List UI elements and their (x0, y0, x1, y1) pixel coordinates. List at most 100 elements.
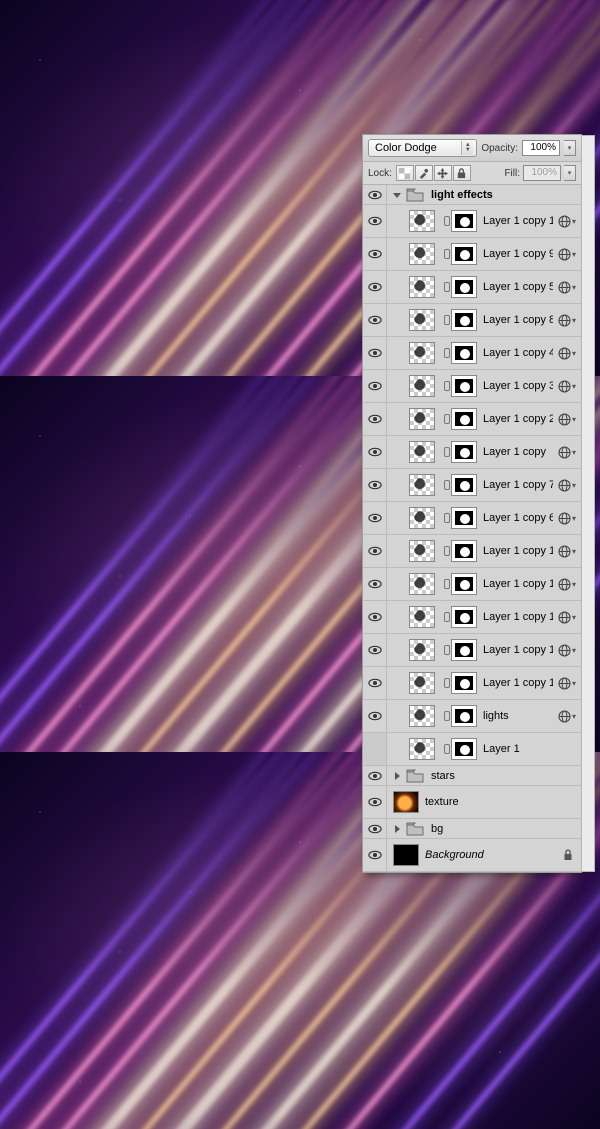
layer-mask-thumbnail[interactable] (451, 540, 477, 562)
visibility-toggle[interactable] (363, 700, 387, 732)
layer-name[interactable]: Layer 1 copy 11 (483, 677, 553, 689)
layer-name[interactable]: Layer 1 copy 2 (483, 413, 553, 425)
visibility-toggle[interactable] (363, 667, 387, 699)
layer-thumbnail[interactable] (393, 791, 419, 813)
layer-name[interactable]: Layer 1 copy 3 (483, 380, 553, 392)
visibility-toggle[interactable] (363, 304, 387, 336)
layer-thumbnail[interactable] (409, 375, 435, 397)
layer-fx[interactable]: ▾ (553, 205, 581, 237)
layer-row[interactable]: Layer 1 copy 11▾ (363, 667, 581, 700)
layer-fx[interactable]: ▾ (553, 271, 581, 303)
layer-mask-thumbnail[interactable] (451, 738, 477, 760)
layer-thumbnail[interactable] (409, 441, 435, 463)
layer-mask-thumbnail[interactable] (451, 441, 477, 463)
visibility-toggle[interactable] (363, 185, 387, 204)
layer-name[interactable]: Layer 1 (483, 743, 553, 755)
layer-row[interactable]: Layer 1 copy 14▾ (363, 568, 581, 601)
layer-row[interactable]: Layer 1 copy 6▾ (363, 502, 581, 535)
layer-mask-thumbnail[interactable] (451, 408, 477, 430)
layer-row[interactable]: Layer 1 (363, 733, 581, 766)
disclosure-toggle[interactable] (391, 770, 403, 782)
layer-mask-thumbnail[interactable] (451, 672, 477, 694)
lock-pixels-button[interactable] (415, 165, 433, 181)
layer-row[interactable]: Layer 1 copy 2▾ (363, 403, 581, 436)
layer-fx[interactable]: ▾ (553, 370, 581, 402)
disclosure-toggle[interactable] (391, 189, 403, 201)
layer-mask-thumbnail[interactable] (451, 507, 477, 529)
blend-mode-select[interactable]: Color Dodge ▲▼ (368, 139, 477, 157)
layer-name[interactable]: lights (483, 710, 553, 722)
layer-fx[interactable]: ▾ (553, 535, 581, 567)
layer-name[interactable]: Layer 1 copy 15 (483, 545, 553, 557)
layer-mask-thumbnail[interactable] (451, 474, 477, 496)
layer-fx[interactable]: ▾ (553, 667, 581, 699)
layer-thumbnail[interactable] (409, 342, 435, 364)
layer-mask-thumbnail[interactable] (451, 606, 477, 628)
layer-row[interactable]: Layer 1 copy 9▾ (363, 238, 581, 271)
layer-thumbnail[interactable] (409, 507, 435, 529)
layer-mask-thumbnail[interactable] (451, 573, 477, 595)
layer-thumbnail[interactable] (409, 573, 435, 595)
visibility-toggle[interactable] (363, 238, 387, 270)
layer-name[interactable]: bg (431, 823, 553, 835)
layer-mask-thumbnail[interactable] (451, 210, 477, 232)
fill-input[interactable]: 100% (523, 165, 561, 181)
layer-group-header[interactable]: light effects (363, 185, 581, 205)
visibility-toggle[interactable] (363, 786, 387, 818)
visibility-toggle[interactable] (363, 766, 387, 785)
layer-fx[interactable]: ▾ (553, 568, 581, 600)
layer-row[interactable]: Layer 1 copy 15▾ (363, 535, 581, 568)
layer-name[interactable]: Layer 1 copy 9 (483, 248, 553, 260)
layer-name[interactable]: stars (431, 770, 553, 782)
layer-fx[interactable]: ▾ (553, 304, 581, 336)
layer-group-header[interactable]: stars (363, 766, 581, 786)
layer-mask-thumbnail[interactable] (451, 375, 477, 397)
layer-row[interactable]: Layer 1 copy 8▾ (363, 304, 581, 337)
opacity-dropdown-icon[interactable]: ▾ (564, 140, 576, 156)
layer-name[interactable]: Layer 1 copy 8 (483, 314, 553, 326)
layer-thumbnail[interactable] (409, 408, 435, 430)
layer-name[interactable]: Layer 1 copy 14 (483, 578, 553, 590)
layer-fx[interactable]: ▾ (553, 436, 581, 468)
layer-mask-thumbnail[interactable] (451, 309, 477, 331)
layer-row[interactable]: Layer 1 copy 5▾ (363, 271, 581, 304)
layer-fx[interactable] (553, 733, 581, 765)
layer-row[interactable]: Layer 1 copy 10▾ (363, 205, 581, 238)
layer-name[interactable]: Layer 1 copy 6 (483, 512, 553, 524)
layer-name[interactable]: Layer 1 copy 4 (483, 347, 553, 359)
layer-thumbnail[interactable] (409, 309, 435, 331)
layer-thumbnail[interactable] (409, 540, 435, 562)
layer-row[interactable]: texture (363, 786, 581, 819)
layer-name[interactable]: light effects (431, 189, 581, 201)
disclosure-toggle[interactable] (391, 823, 403, 835)
layer-fx[interactable]: ▾ (553, 634, 581, 666)
layer-row[interactable]: Layer 1 copy 3▾ (363, 370, 581, 403)
panel-scrollbar[interactable] (581, 135, 595, 872)
layer-thumbnail[interactable] (409, 243, 435, 265)
layer-thumbnail[interactable] (409, 474, 435, 496)
layer-thumbnail[interactable] (409, 276, 435, 298)
visibility-toggle[interactable] (363, 839, 387, 871)
layer-fx[interactable]: ▾ (553, 337, 581, 369)
lock-transparency-button[interactable] (396, 165, 414, 181)
layer-thumbnail[interactable] (409, 606, 435, 628)
layer-thumbnail[interactable] (409, 672, 435, 694)
visibility-toggle[interactable] (363, 568, 387, 600)
layer-fx[interactable]: ▾ (553, 403, 581, 435)
layer-name[interactable]: Layer 1 copy 12 (483, 644, 553, 656)
layer-name[interactable]: texture (425, 796, 553, 808)
visibility-toggle[interactable] (363, 601, 387, 633)
layer-thumbnail[interactable] (393, 844, 419, 866)
layer-mask-thumbnail[interactable] (451, 705, 477, 727)
visibility-toggle[interactable] (363, 370, 387, 402)
opacity-input[interactable]: 100% (522, 140, 560, 156)
layer-row[interactable]: lights▾ (363, 700, 581, 733)
layer-thumbnail[interactable] (409, 705, 435, 727)
visibility-toggle[interactable] (363, 403, 387, 435)
layer-fx[interactable]: ▾ (553, 700, 581, 732)
layer-row[interactable]: Background (363, 839, 581, 872)
layer-row[interactable]: Layer 1 copy 4▾ (363, 337, 581, 370)
visibility-toggle[interactable] (363, 205, 387, 237)
lock-position-button[interactable] (434, 165, 452, 181)
layer-fx[interactable]: ▾ (553, 601, 581, 633)
